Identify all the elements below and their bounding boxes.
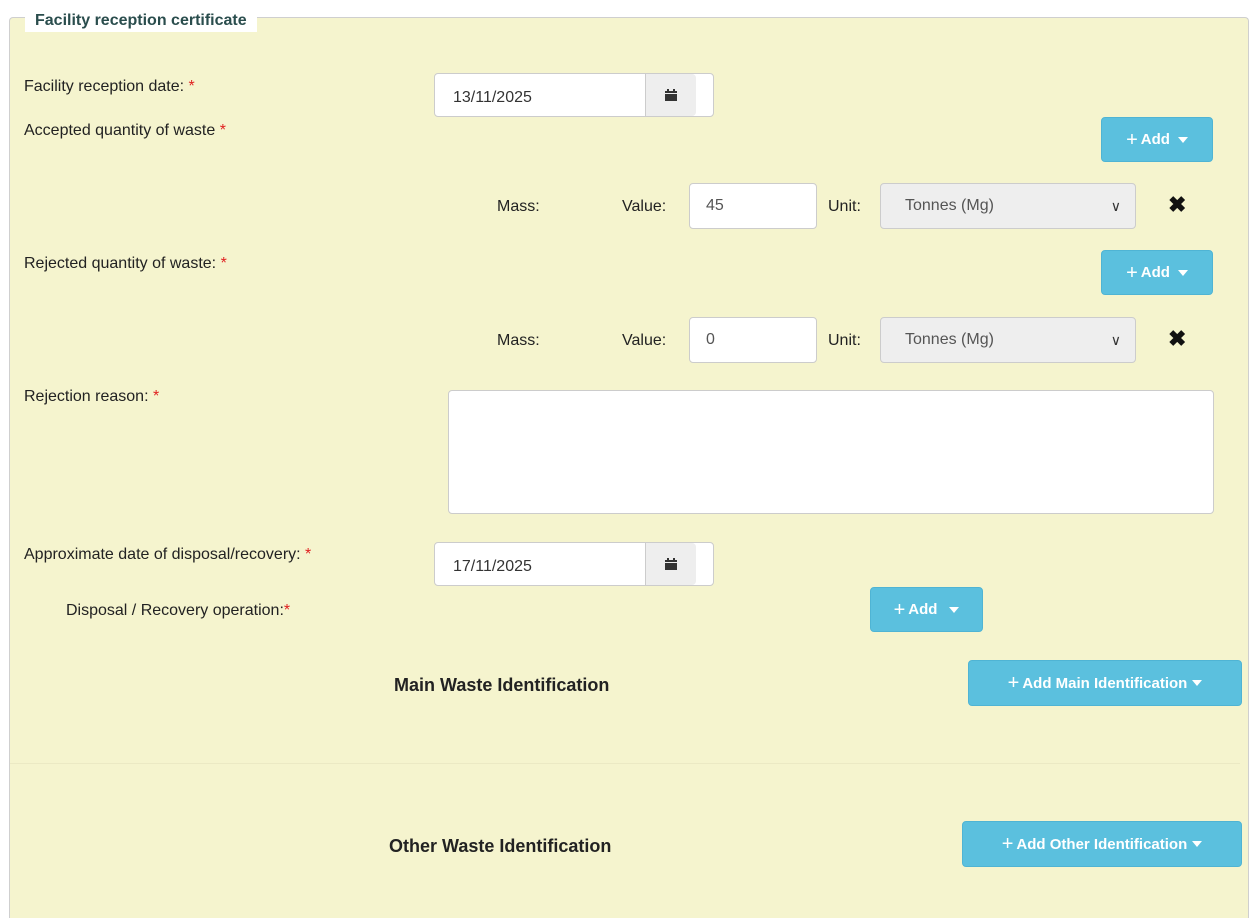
add-button-label: Add — [908, 601, 938, 618]
required-marker: * — [188, 78, 195, 95]
rejected-unit-value: Tonnes (Mg) — [905, 331, 994, 348]
rejected-quantity-label-text: Rejected quantity of waste: — [24, 255, 217, 272]
calendar-icon — [665, 558, 677, 570]
disposal-date-label-text: Approximate date of disposal/recovery: — [24, 546, 301, 563]
calendar-button[interactable] — [645, 543, 696, 585]
reception-date-label: Facility reception date: * — [24, 77, 195, 97]
disposal-date-label: Approximate date of disposal/recovery: * — [24, 545, 311, 565]
rejected-remove-icon[interactable]: ✖ — [1168, 328, 1186, 350]
rejected-add-button[interactable]: + Add — [1101, 250, 1213, 295]
rejection-reason-textarea[interactable] — [448, 390, 1214, 514]
caret-down-icon — [1192, 841, 1203, 847]
reception-date-picker — [434, 73, 714, 117]
rejected-unit-label: Unit: — [828, 332, 861, 349]
rejected-value-input[interactable]: 0 — [689, 317, 817, 363]
reception-date-label-text: Facility reception date: — [24, 78, 185, 95]
calendar-icon — [665, 89, 677, 101]
rejection-reason-label-text: Rejection reason: — [24, 388, 149, 405]
add-main-identification-button[interactable]: + Add Main Identification — [968, 660, 1242, 706]
rejected-unit-select[interactable]: Tonnes (Mg) ∨ — [880, 317, 1136, 363]
accepted-quantity-label-text: Accepted quantity of waste — [24, 122, 216, 139]
calendar-button[interactable] — [645, 74, 696, 116]
chevron-down-icon: ∨ — [1110, 198, 1121, 214]
plus-icon: + — [1126, 128, 1138, 151]
accepted-value-label: Value: — [622, 198, 667, 215]
add-button-label: Add Main Identification — [1022, 674, 1188, 692]
rejected-quantity-label: Rejected quantity of waste: * — [24, 254, 227, 274]
disposal-date-picker — [434, 542, 714, 586]
accepted-unit-select[interactable]: Tonnes (Mg) ∨ — [880, 183, 1136, 229]
required-marker: * — [283, 602, 291, 619]
main-identification-title: Main Waste Identification — [394, 675, 610, 695]
required-marker: * — [305, 546, 312, 563]
required-marker: * — [152, 388, 160, 405]
accepted-add-button[interactable]: + Add — [1101, 117, 1213, 162]
reception-date-input[interactable] — [435, 74, 645, 116]
plus-icon: + — [893, 598, 906, 621]
required-marker: * — [219, 122, 226, 139]
add-other-identification-button[interactable]: + Add Other Identification — [962, 821, 1242, 867]
accepted-unit-label: Unit: — [828, 198, 861, 215]
accepted-unit-value: Tonnes (Mg) — [905, 197, 994, 214]
accepted-value-input[interactable]: 45 — [689, 183, 817, 229]
rejected-mass-label: Mass: — [497, 332, 540, 349]
other-identification-title: Other Waste Identification — [389, 836, 612, 856]
caret-down-icon — [1177, 136, 1188, 143]
rejection-reason-label: Rejection reason: * — [24, 387, 159, 407]
add-button-label: Add — [1140, 131, 1170, 148]
caret-down-icon — [949, 606, 960, 613]
plus-icon: + — [1001, 833, 1014, 855]
operation-add-button[interactable]: + Add — [870, 587, 983, 632]
operation-label: Disposal / Recovery operation:* — [66, 601, 290, 621]
add-button-label: Add Other Identification — [1016, 835, 1188, 853]
section-divider — [10, 763, 1240, 764]
operation-label-text: Disposal / Recovery operation: — [66, 602, 284, 619]
plus-icon: + — [1126, 261, 1138, 284]
add-button-label: Add — [1140, 264, 1170, 281]
accepted-remove-icon[interactable]: ✖ — [1168, 194, 1186, 216]
accepted-mass-label: Mass: — [497, 198, 540, 215]
chevron-down-icon: ∨ — [1110, 332, 1121, 348]
caret-down-icon — [1177, 269, 1188, 276]
required-marker: * — [220, 255, 227, 272]
rejected-value-label: Value: — [622, 332, 667, 349]
fieldset-legend: Facility reception certificate — [25, 10, 257, 32]
plus-icon: + — [1007, 672, 1020, 694]
accepted-quantity-label: Accepted quantity of waste * — [24, 121, 226, 141]
disposal-date-input[interactable] — [435, 543, 645, 585]
caret-down-icon — [1192, 680, 1203, 686]
